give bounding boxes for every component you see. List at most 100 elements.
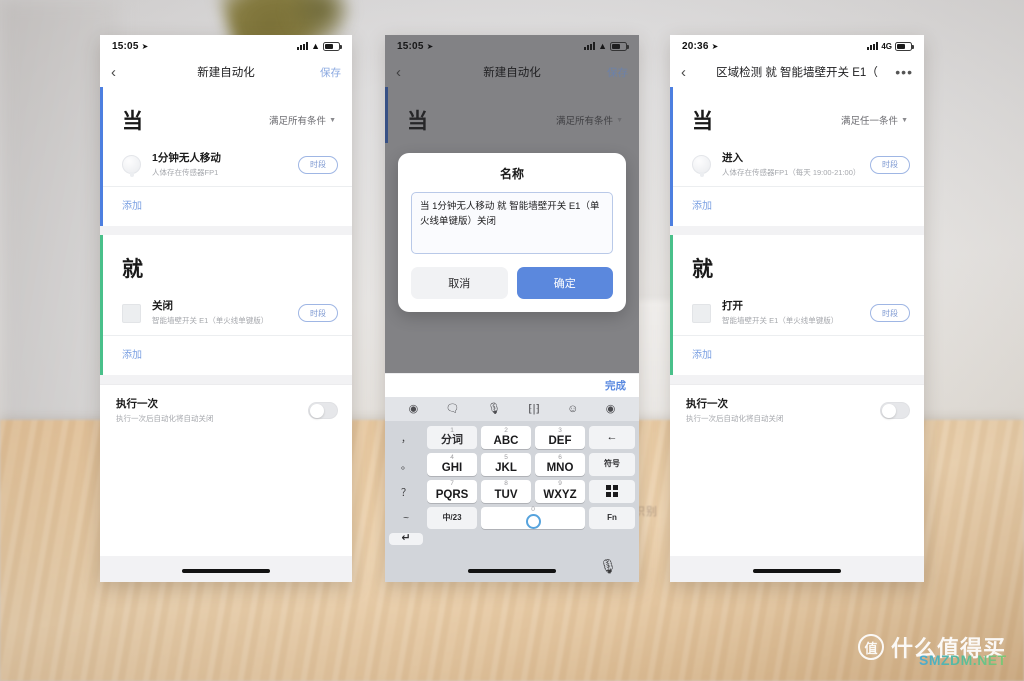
condition-mode-selector[interactable]: 满足任一条件 ▼ (841, 113, 908, 127)
emoji-icon[interactable]: ☺ (567, 403, 578, 415)
add-action-link[interactable]: 添加 (670, 336, 924, 375)
confirm-button[interactable]: 确定 (516, 267, 613, 299)
microphone-icon[interactable]: 🎙 (599, 558, 617, 575)
key-label: Fn (607, 512, 617, 522)
then-card: 就 打开 智能墙壁开关 E1（单火线单键版） 时段 添加 (670, 235, 924, 375)
status-bar: 20:36 ➤ 4G (670, 35, 924, 57)
when-accent-bar (100, 87, 103, 227)
when-row[interactable]: 进入 人体存在传感器FP1（每天 19:00-21:00） 时段 (670, 143, 924, 188)
then-accent-bar (100, 235, 103, 375)
then-row[interactable]: 关闭 智能墙壁开关 E1（单火线单键版） 时段 (100, 291, 352, 336)
phone-center: 15:05 ➤ ▲ ‹ 新建自动化 保存 当 满足所有条件 ▼ 名称 当 1分钟… (385, 35, 639, 582)
time-range-pill[interactable]: 时段 (870, 304, 910, 323)
chat-icon[interactable]: 🗨 (446, 403, 460, 415)
cancel-button[interactable]: 取消 (411, 267, 508, 299)
key-label: ABC (493, 435, 519, 448)
backspace-icon: ← (606, 430, 618, 443)
condition-mode-selector[interactable]: 满足所有条件 ▼ (269, 113, 336, 127)
content-scroll[interactable]: 当 满足任一条件 ▼ 进入 人体存在传感器FP1（每天 19:00-21:00）… (670, 87, 924, 582)
battery-icon (323, 41, 342, 51)
symbol-key-comma[interactable]: ， (389, 426, 423, 449)
location-arrow-icon: ➤ (141, 41, 149, 51)
keyboard-settings-icon[interactable]: ◉ (409, 403, 419, 415)
key-number: 6 (558, 453, 562, 461)
run-once-subtitle: 执行一次后自动化将自动关闭 (116, 414, 214, 424)
run-once-title: 执行一次 (686, 397, 728, 410)
keyboard-done-button[interactable]: 完成 (605, 378, 626, 393)
watermark-text: 什么值得买 SMZDM.NET (891, 631, 1006, 668)
key-number: 2 (504, 426, 508, 434)
symbols-key[interactable]: 符号 (589, 452, 635, 476)
key-number: 8 (504, 480, 508, 488)
back-button[interactable]: ‹ (681, 65, 686, 80)
backspace-key[interactable]: ← (589, 426, 635, 449)
run-once-card[interactable]: 执行一次 执行一次后自动化将自动关闭 (100, 383, 352, 437)
enter-key[interactable]: ↵ (389, 533, 423, 545)
square-switch-icon (692, 303, 711, 323)
key-number: 4 (450, 453, 454, 461)
run-once-toggle[interactable] (308, 401, 338, 419)
round-sensor-icon (122, 155, 141, 178)
time-range-pill[interactable]: 时段 (298, 155, 338, 174)
when-card: 当 满足所有条件 ▼ 1分钟无人移动 人体存在传感器FP1 时段 添加 (100, 87, 352, 227)
time-range-pill[interactable]: 时段 (298, 304, 338, 323)
time-range-pill[interactable]: 时段 (870, 155, 910, 174)
save-button[interactable]: 保存 (320, 65, 341, 80)
space-key[interactable]: 0 (481, 505, 585, 530)
key-5-jkl[interactable]: 5 JKL (481, 452, 531, 476)
key-7-pqrs[interactable]: 7 PQRS (427, 479, 477, 503)
microphone-icon[interactable]: 🎙 (487, 403, 501, 415)
network-type-label: 4G (881, 41, 892, 51)
run-once-card[interactable]: 执行一次 执行一次后自动化将自动关闭 (670, 383, 924, 437)
key-1-fenci[interactable]: 1 分词 (427, 426, 477, 449)
back-button[interactable]: ‹ (111, 65, 116, 80)
home-indicator (753, 569, 841, 573)
record-icon[interactable]: ◉ (606, 403, 616, 415)
keyboard: ◉ 🗨 🎙 ⁅|⁆ ☺ ◉ ， 1 分词 2 ABC 3 DEF ← 。 4 G… (385, 397, 639, 582)
content-scroll[interactable]: 当 满足所有条件 ▼ 1分钟无人移动 人体存在传感器FP1 时段 添加 就 关闭… (100, 87, 352, 582)
fn-key[interactable]: Fn (589, 506, 635, 530)
key-label: 分词 (441, 434, 463, 447)
when-header: 当 满足所有条件 ▼ (100, 87, 352, 143)
keyboard-grid: ， 1 分词 2 ABC 3 DEF ← 。 4 GHI 5 JKL 6 MNO… (385, 421, 639, 550)
space-ring-icon (525, 514, 541, 530)
run-once-toggle[interactable] (880, 401, 910, 419)
when-card: 当 满足任一条件 ▼ 进入 人体存在传感器FP1（每天 19:00-21:00）… (670, 87, 924, 227)
symbol-key-tilde[interactable]: ~ (389, 507, 423, 530)
section-gap (100, 226, 352, 236)
key-label: MNO (546, 462, 574, 474)
add-action-link[interactable]: 添加 (100, 336, 352, 375)
condition-mode-label: 满足所有条件 (269, 116, 327, 127)
key-2-abc[interactable]: 2 ABC (481, 426, 531, 449)
key-3-def[interactable]: 3 DEF (535, 426, 585, 449)
symbol-key-question[interactable]: ？ (389, 480, 423, 503)
watermark-badge-icon: 值 (857, 634, 884, 660)
row-title: 关闭 (152, 300, 173, 313)
chevron-down-icon: ▼ (329, 116, 336, 124)
watermark: 值 什么值得买 SMZDM.NET (857, 631, 1006, 668)
name-dialog: 名称 当 1分钟无人移动 就 智能墙壁开关 E1（单火线单键版）关闭 取消 确定 (398, 153, 626, 312)
more-options-icon[interactable]: ••• (895, 65, 913, 79)
input-mode-key[interactable]: 中/23 (427, 506, 477, 530)
key-label: TUV (494, 488, 518, 501)
add-condition-link[interactable]: 添加 (100, 187, 352, 226)
enter-icon: ↵ (401, 532, 411, 545)
key-4-ghi[interactable]: 4 GHI (427, 452, 477, 476)
keyboard-layout-grid-icon[interactable] (589, 479, 635, 503)
then-accent-bar (670, 235, 673, 375)
key-6-mno[interactable]: 6 MNO (535, 452, 585, 476)
when-row[interactable]: 1分钟无人移动 人体存在传感器FP1 时段 (100, 143, 352, 188)
add-condition-link[interactable]: 添加 (670, 187, 924, 226)
key-number: 5 (504, 453, 508, 461)
key-8-tuv[interactable]: 8 TUV (481, 479, 531, 503)
when-char: 当 (122, 110, 144, 133)
key-9-wxyz[interactable]: 9 WXYZ (535, 479, 585, 503)
key-number: 0 (531, 505, 535, 513)
then-row[interactable]: 打开 智能墙壁开关 E1（单火线单键版） 时段 (670, 291, 924, 336)
cursor-move-icon[interactable]: ⁅|⁆ (528, 403, 539, 415)
nav-bar: ‹ 区域检测 就 智能墙壁开关 E1（ ••• (670, 57, 924, 87)
keyboard-bottom-bar: 🎙 (385, 550, 639, 582)
symbol-key-period[interactable]: 。 (389, 453, 423, 476)
name-input[interactable]: 当 1分钟无人移动 就 智能墙壁开关 E1（单火线单键版）关闭 (411, 192, 613, 254)
when-header: 当 满足任一条件 ▼ (670, 87, 924, 143)
